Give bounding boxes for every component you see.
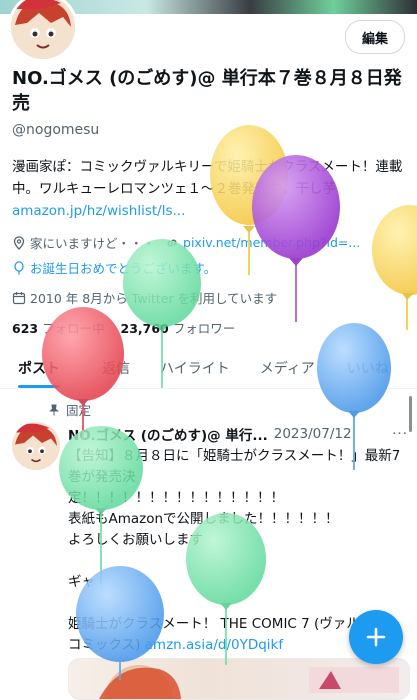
tweet-line: ギャ <box>68 574 95 590</box>
profile-avatar[interactable] <box>8 0 78 62</box>
tab-replies[interactable]: 返信 <box>102 348 130 388</box>
profile-joined: 2010 年 8月から Twitter を利用しています <box>30 291 278 306</box>
tweet-author-name[interactable]: NO.ゴメス (のごめす)@ 単行... <box>68 424 268 444</box>
profile-handle: @nogomesu <box>12 122 100 138</box>
following-count: 623 <box>12 321 39 336</box>
pin-icon <box>49 404 59 415</box>
bio-wishlist-link[interactable]: amazon.jp/hz/wishlist/ls... <box>12 203 185 219</box>
tab-posts[interactable]: ポスト <box>18 348 60 388</box>
tweet-more-button[interactable]: ··· <box>392 426 408 442</box>
profile-website-link[interactable]: pixiv.net/member.php?id=... <box>183 235 360 250</box>
edit-profile-button[interactable]: 編集 <box>345 20 405 54</box>
tweet-date[interactable]: 2023/07/12 <box>274 426 352 442</box>
pinned-label: 固定 <box>66 403 92 418</box>
tweet-avatar[interactable] <box>12 422 60 470</box>
pinned-indicator: 固定 <box>48 400 91 419</box>
profile-location: 家にいますけど・・・ <box>30 236 156 251</box>
scrollbar[interactable] <box>409 396 412 432</box>
tweet-line: 【告知】８月８日に「姫騎士がクラスメート！」最新7巻が発売決 <box>68 448 401 485</box>
profile-birthday[interactable]: お誕生日おめでとうございます。 <box>30 258 216 277</box>
profile-bio: 漫画家ぽ：コミックヴァルキリーで姫騎士がクラスメート！連載中。ワルキューレロマン… <box>12 156 412 222</box>
profile-tabs: ポスト 返信 ハイライト メディア いいね <box>0 348 417 389</box>
joined-row: 2010 年 8月から Twitter を利用しています <box>12 288 277 307</box>
followers-label: フォロワー <box>172 321 236 336</box>
avatar-illustration <box>12 422 60 470</box>
tweet-line: 定！！！！！！！！！！！！！！！ <box>68 490 284 506</box>
avatar-illustration <box>11 0 75 59</box>
tweet-amazon-link[interactable]: amzn.asia/d/0YDqikf <box>145 637 283 653</box>
tab-media[interactable]: メディア <box>260 348 315 388</box>
follow-stats: 623 フォロー中 23,760 フォロワー <box>12 318 235 337</box>
following-label: フォロー中 <box>42 321 105 336</box>
balloon-icon <box>14 260 24 274</box>
birthday-row: お誕生日おめでとうございます。 <box>12 258 216 277</box>
tweet-header: NO.ゴメス (のごめす)@ 単行... 2023/07/12 ··· <box>68 424 408 444</box>
tweet-line: よろしくお願いします <box>68 532 203 548</box>
balloon-yellow-right <box>372 205 417 330</box>
calendar-icon <box>12 291 26 304</box>
plus-icon <box>366 627 386 647</box>
tab-highlights[interactable]: ハイライト <box>160 348 230 388</box>
followers-link[interactable]: 23,760 フォロワー <box>121 321 236 336</box>
following-link[interactable]: 623 フォロー中 <box>12 321 105 336</box>
tweet-media-image[interactable] <box>68 658 410 700</box>
bio-text: 漫画家ぽ：コミックヴァルキリーで姫騎士がクラスメート！連載中。ワルキューレロマン… <box>12 159 403 197</box>
location-icon <box>13 235 25 250</box>
followers-count: 23,760 <box>120 321 169 336</box>
profile-display-name: NO.ゴメス (のごめす)@ 単行本７巻８月８日発売 <box>12 68 402 114</box>
profile-meta-row: 家にいますけど・・・ pixiv.net/member.php?id=... <box>12 233 360 252</box>
tab-likes[interactable]: いいね <box>347 348 389 388</box>
link-icon <box>167 239 177 246</box>
cover-art-image <box>99 665 399 699</box>
compose-button[interactable] <box>349 610 403 664</box>
tweet-line: 表紙もAmazonで公開しました！！！！！！ <box>68 511 339 527</box>
